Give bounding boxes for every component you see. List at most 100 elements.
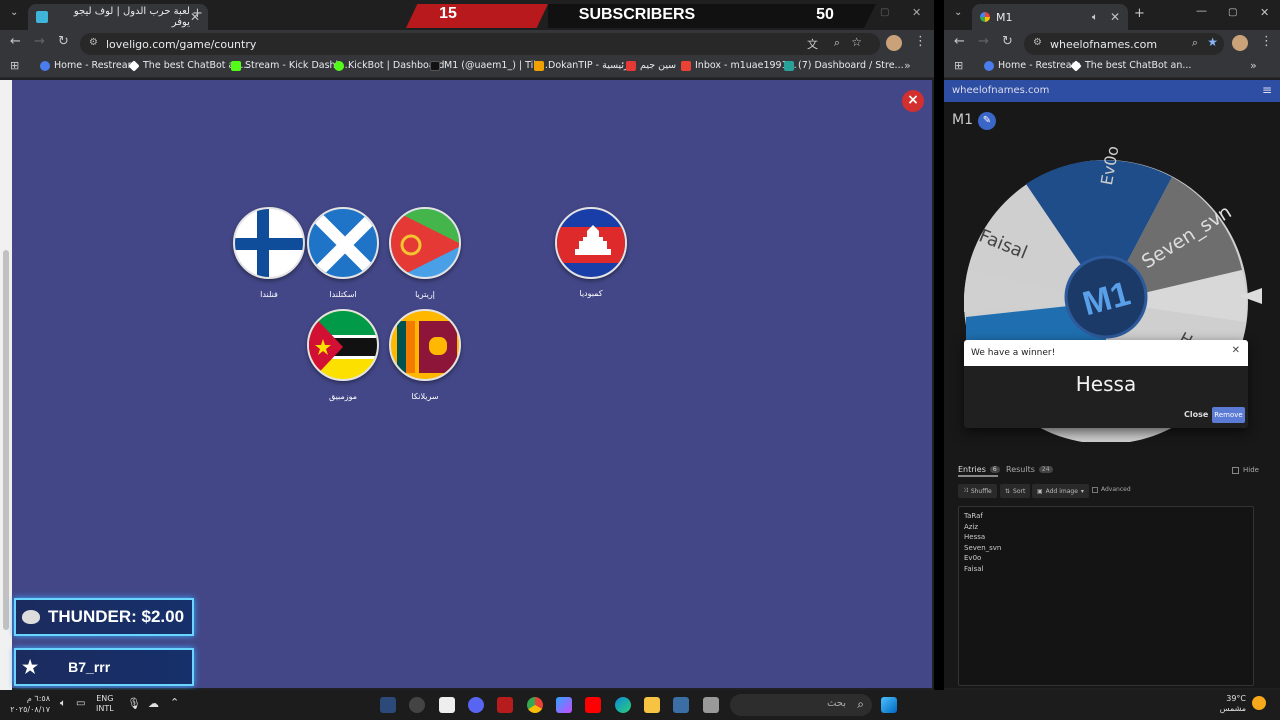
steam-icon[interactable]	[380, 697, 396, 713]
window-close-icon[interactable]: ✕	[912, 6, 921, 19]
menu-dots-icon[interactable]: ⋮	[914, 34, 927, 49]
weather-widget[interactable]: 39°C مشمس	[1210, 694, 1246, 714]
chrome-icon[interactable]	[527, 697, 543, 713]
forward-icon[interactable]: →	[34, 34, 45, 49]
discord-icon[interactable]	[468, 697, 484, 713]
zoom-icon[interactable]: ⌕	[1192, 36, 1198, 50]
address-bar[interactable]: ⚙ wheelofnames.com ⌕ ★	[1024, 33, 1224, 55]
bookmark-item[interactable]: Home - Restream	[40, 60, 137, 71]
scotland-flag[interactable]	[307, 207, 379, 279]
sri-lanka-flag[interactable]	[389, 309, 461, 381]
maximize-icon[interactable]: ▢	[1228, 7, 1237, 18]
remove-button[interactable]: Remove	[1212, 407, 1245, 423]
site-header: wheelofnames.com ≡	[944, 80, 1280, 102]
language-indicator[interactable]: ENG INTL	[96, 694, 114, 714]
network-icon[interactable]: ▭	[76, 698, 85, 709]
voicemod-icon[interactable]	[497, 697, 513, 713]
more-bookmarks-icon[interactable]: »	[904, 59, 911, 72]
obs-icon[interactable]	[409, 697, 425, 713]
maximize-icon[interactable]: ▢	[880, 7, 889, 18]
site-info-icon[interactable]: ⚙	[1033, 37, 1042, 48]
translate-icon[interactable]: 文	[807, 36, 818, 52]
forward-icon[interactable]: →	[978, 34, 989, 49]
site-name[interactable]: wheelofnames.com	[952, 85, 1049, 96]
show-hidden-icons-icon[interactable]: ⌃	[170, 696, 179, 709]
capture-app-icon[interactable]	[439, 697, 455, 713]
chatbot-icon	[1070, 59, 1082, 72]
address-bar[interactable]: ⚙ loveligo.com/game/country 文 ⌕ ☆	[80, 33, 880, 55]
bookmark-item[interactable]: (7) Dashboard / Stre...	[784, 60, 904, 71]
taskbar-search-box[interactable]: بحث ⌕	[730, 694, 872, 716]
new-tab-icon[interactable]: +	[192, 6, 203, 21]
profile-avatar[interactable]	[1232, 35, 1248, 51]
apps-grid-icon[interactable]: ⊞	[954, 59, 963, 72]
back-icon[interactable]: ←	[954, 34, 965, 49]
store-icon[interactable]	[673, 697, 689, 713]
mozambique-flag[interactable]	[307, 309, 379, 381]
zoom-icon[interactable]: ⌕	[834, 36, 840, 50]
cloud-icon[interactable]: ☁	[148, 697, 159, 710]
winner-name: Hessa	[1075, 372, 1137, 396]
menu-dots-icon[interactable]: ⋮	[1260, 34, 1273, 49]
clock[interactable]: ٦:٥٨ م ٢٠٢٥/٠٨/١٧	[10, 693, 50, 715]
tab-search-chevron-icon[interactable]: ⌄	[10, 7, 18, 18]
entries-textarea[interactable]: TaRaf Aziz Hessa Seven_svn Ev0o Faisal	[958, 506, 1254, 686]
cambodia-flag[interactable]	[555, 207, 627, 279]
page-scrollbar-thumb[interactable]	[3, 250, 9, 630]
dialog-close-icon[interactable]: ✕	[1232, 345, 1240, 356]
copilot-icon[interactable]	[556, 697, 572, 713]
tab-entries[interactable]: Entries 6	[958, 465, 1000, 474]
microphone-icon[interactable]: 🎙︎	[127, 697, 141, 710]
bookmark-star-icon[interactable]: ☆	[851, 35, 862, 49]
bookmark-star-icon[interactable]: ★	[1207, 35, 1218, 49]
tab-results[interactable]: Results 24	[1006, 465, 1053, 474]
hamburger-menu-icon[interactable]: ≡	[1262, 83, 1272, 97]
audio-icon[interactable]: 🔈︎	[1092, 12, 1098, 23]
chatbot-icon	[128, 59, 140, 72]
shuffle-button[interactable]: ⤨ Shuffle	[958, 484, 997, 498]
more-bookmarks-icon[interactable]: »	[1250, 59, 1257, 72]
bookmark-item[interactable]: M1 (@uaem1_) | Tik...	[430, 60, 548, 71]
overlay-right-count: 50	[816, 6, 834, 23]
window-close-icon[interactable]: ✕	[1260, 6, 1269, 19]
sort-button[interactable]: ⇅ Sort	[1000, 484, 1031, 498]
tab-search-chevron-icon[interactable]: ⌄	[954, 7, 962, 18]
bookmark-item[interactable]: Stream - Kick Dashb...	[231, 60, 351, 71]
edge-icon[interactable]	[615, 697, 631, 713]
bookmark-item[interactable]: DokanTIP - الرئيسية	[534, 60, 635, 71]
apps-grid-icon[interactable]: ⊞	[10, 59, 19, 72]
reload-icon[interactable]: ↻	[1002, 34, 1013, 49]
game-close-button[interactable]: ×	[902, 90, 924, 112]
close-tab-icon[interactable]: ✕	[1110, 10, 1120, 24]
file-explorer-icon[interactable]	[644, 697, 660, 713]
entry-item: Ev0o	[964, 554, 982, 562]
site-info-icon[interactable]: ⚙	[89, 37, 98, 48]
profile-avatar[interactable]	[886, 35, 902, 51]
new-tab-icon[interactable]: +	[1134, 6, 1145, 21]
close-button[interactable]: Close	[1184, 410, 1208, 419]
add-image-button[interactable]: ▣ Add image ▾	[1032, 484, 1089, 498]
taskbar: ٦:٥٨ م ٢٠٢٥/٠٨/١٧ 🔈︎ ▭ ENG INTL 🎙︎ ☁ ⌃ ب…	[0, 690, 1280, 720]
youtube-icon[interactable]	[585, 697, 601, 713]
bookmark-item[interactable]: Inbox - m1uae1991...	[681, 60, 797, 71]
weather-temp: 39°C	[1226, 694, 1246, 703]
bookmark-item[interactable]: KickBot | Dashboard	[334, 60, 444, 71]
tab-wheel[interactable]: M1 🔈︎ ✕	[972, 4, 1128, 30]
app-icon[interactable]	[703, 697, 719, 713]
seen-jeem-icon	[626, 60, 636, 71]
minimize-icon[interactable]: —	[1196, 4, 1207, 17]
volume-icon[interactable]: 🔈︎	[60, 698, 66, 709]
advanced-checkbox[interactable]: Advanced	[1092, 486, 1131, 493]
bookmark-item[interactable]: سين جيم	[626, 60, 676, 71]
winner-dialog: We have a winner! ✕ Hessa Close Remove	[964, 340, 1248, 428]
image-icon: ▣	[1037, 487, 1043, 495]
back-icon[interactable]: ←	[10, 34, 21, 49]
windows-start-icon[interactable]	[881, 697, 897, 713]
reload-icon[interactable]: ↻	[58, 34, 69, 49]
finland-flag[interactable]	[233, 207, 305, 279]
bookmark-item[interactable]: Home - Restream	[984, 60, 1081, 71]
tab-game[interactable]: لعبة حرب الدول | لوف ليجو يوفر ✕	[28, 4, 208, 30]
hide-checkbox[interactable]: Hide	[1232, 466, 1259, 474]
bookmark-item[interactable]: The best ChatBot an...	[1070, 59, 1191, 72]
eritrea-flag[interactable]	[389, 207, 461, 279]
